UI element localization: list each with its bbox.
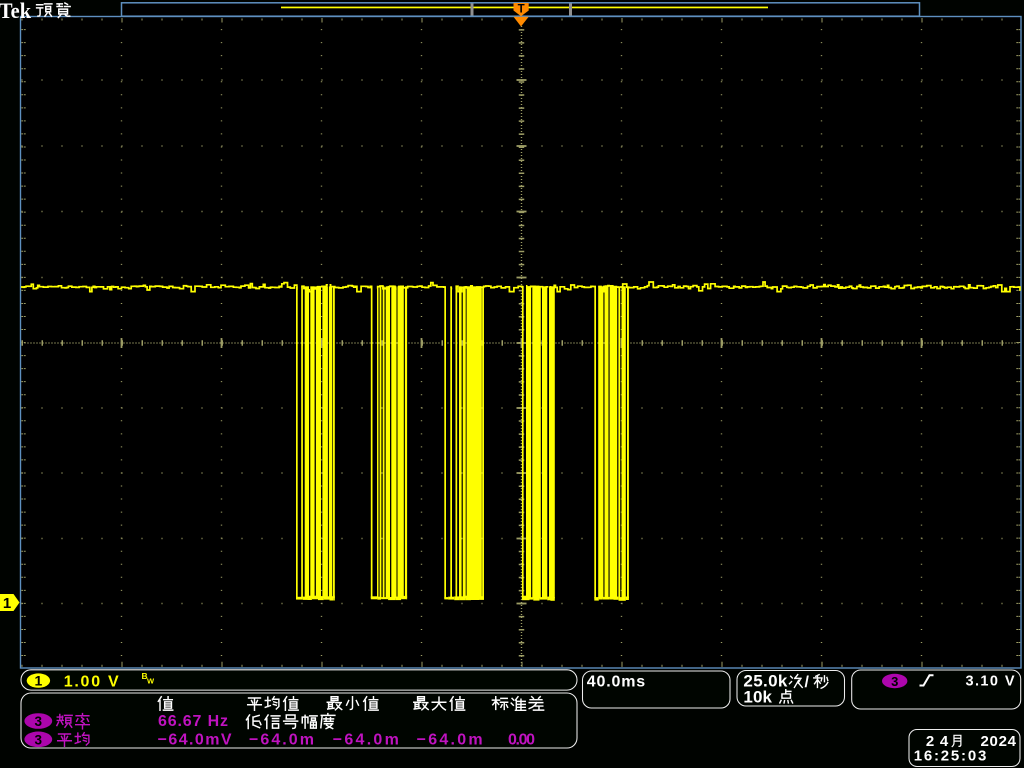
svg-text:−64.0mV: −64.0mV xyxy=(158,732,232,749)
svg-text:16:25:03: 16:25:03 xyxy=(914,748,987,765)
svg-text:10k: 10k xyxy=(743,688,772,707)
svg-text:Tek: Tek xyxy=(0,0,32,23)
svg-text:66.67 Hz: 66.67 Hz xyxy=(158,713,228,730)
svg-text:3: 3 xyxy=(35,714,43,729)
svg-text:W: W xyxy=(147,677,155,686)
svg-text:0.00: 0.00 xyxy=(508,732,535,749)
svg-text:/: / xyxy=(805,674,810,691)
svg-text:T: T xyxy=(518,4,525,16)
svg-text:40.0ms: 40.0ms xyxy=(587,674,646,691)
svg-text:1.00 V: 1.00 V xyxy=(64,674,119,691)
svg-text:3.10 V: 3.10 V xyxy=(966,674,1015,690)
svg-text:1: 1 xyxy=(35,673,43,689)
svg-text:3: 3 xyxy=(891,674,898,689)
svg-text:3: 3 xyxy=(35,732,43,747)
svg-text:1: 1 xyxy=(3,595,11,612)
